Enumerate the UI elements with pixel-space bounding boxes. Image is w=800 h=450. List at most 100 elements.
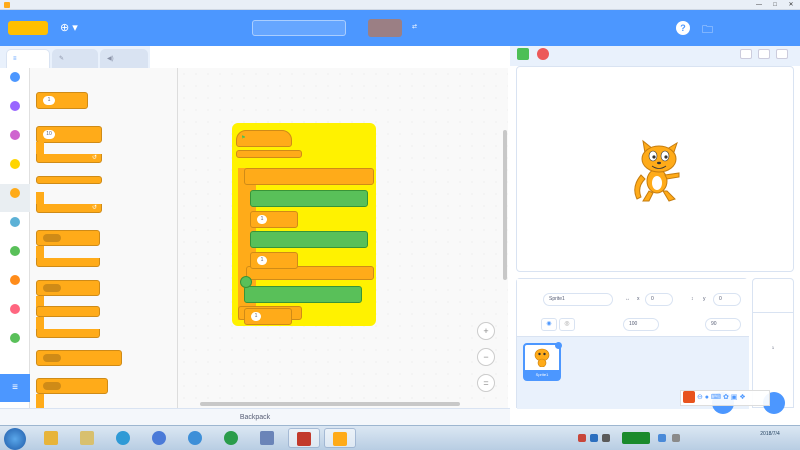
my-stuff-folder-icon[interactable]: 🗀 xyxy=(702,21,713,40)
ime-logo-icon xyxy=(683,391,695,404)
help-icon[interactable]: ? xyxy=(676,21,690,35)
category-my-blocks[interactable] xyxy=(0,300,30,328)
stage-selector[interactable]: 1 xyxy=(752,278,794,408)
taskbar-app-1[interactable] xyxy=(144,428,176,448)
stop-icon[interactable] xyxy=(537,48,549,60)
tray-icon-2[interactable] xyxy=(590,434,598,442)
y-arrows-icon: ↕ xyxy=(691,296,694,302)
sprite-pane: Sprite1 ↔ x 0 ↕ y 0 ◉ ◎ 100 90 Sprite1 xyxy=(516,278,749,409)
taskbar-explorer[interactable] xyxy=(36,428,68,448)
maximize-button[interactable]: □ xyxy=(768,1,782,9)
fullscreen-icon[interactable] xyxy=(776,49,788,59)
taskbar-clock[interactable]: 2018/7/4 xyxy=(744,430,796,438)
large-stage-icon[interactable] xyxy=(758,49,770,59)
backpack-bar[interactable]: Backpack xyxy=(0,408,510,425)
share-button[interactable] xyxy=(368,19,402,37)
sprite-thumbnail-label: Sprite1 xyxy=(525,370,559,379)
scratch-logo[interactable] xyxy=(8,21,48,35)
add-extension-icon[interactable]: ≡ xyxy=(0,374,30,402)
zoom-in-button[interactable]: + xyxy=(477,322,495,340)
script-set-pin-block-1[interactable] xyxy=(250,190,368,207)
palette-wait-block[interactable]: 1 xyxy=(36,92,88,109)
green-flag-icon[interactable] xyxy=(517,48,529,60)
tab-costumes[interactable]: ✎ xyxy=(52,49,98,68)
zoom-out-button[interactable]: − xyxy=(477,348,495,366)
palette-wait-until-block[interactable] xyxy=(36,350,122,366)
network-speed-badge xyxy=(622,432,650,444)
taskbar-scratch[interactable] xyxy=(324,428,356,448)
stage-canvas[interactable] xyxy=(516,66,794,272)
delete-sprite-icon[interactable] xyxy=(555,342,562,349)
minimize-button[interactable]: — xyxy=(752,1,766,9)
script-vertical-scrollbar[interactable] xyxy=(503,130,507,280)
palette-repeat-block[interactable]: 10 xyxy=(36,126,102,143)
y-input[interactable]: 0 xyxy=(713,293,741,306)
tray-icon-5[interactable] xyxy=(672,434,680,442)
palette-forever-block[interactable] xyxy=(36,176,102,184)
script-if-block[interactable] xyxy=(244,168,374,185)
tray-icon-3[interactable] xyxy=(602,434,610,442)
script-set-pin-block-2[interactable] xyxy=(250,231,368,248)
cat-sprite[interactable] xyxy=(627,139,691,205)
category-sound[interactable] xyxy=(0,126,30,154)
script-set-pin-block-3[interactable] xyxy=(244,286,362,303)
small-stage-icon[interactable] xyxy=(740,49,752,59)
start-button[interactable] xyxy=(4,428,26,450)
tab-sounds[interactable]: ◀) xyxy=(100,49,148,68)
script-forever-block[interactable] xyxy=(236,150,302,158)
block-categories: ≡ xyxy=(0,68,30,408)
script-wait-block-3[interactable]: 1 xyxy=(244,308,292,325)
script-wait-block-2[interactable]: 1 xyxy=(250,252,298,269)
ime-toolbar[interactable]: ⊖ ● ⌨ ✿ ▣ ❖ xyxy=(680,390,770,406)
script-hat-block[interactable]: ⚑ xyxy=(236,130,292,147)
taskbar-browser-2[interactable] xyxy=(216,428,248,448)
taskbar-ie[interactable] xyxy=(180,428,212,448)
y-label: y xyxy=(703,296,706,302)
tab-code[interactable]: ≡ xyxy=(6,49,50,68)
palette-repeat-until-block[interactable] xyxy=(36,378,108,394)
see-community-link[interactable]: ⇄ xyxy=(412,23,417,30)
script-wait-block-1[interactable]: 1 xyxy=(250,211,298,228)
category-motion[interactable] xyxy=(0,68,30,96)
stage-header xyxy=(510,46,800,66)
window-titlebar: — □ ✕ xyxy=(0,0,800,10)
script-horizontal-scrollbar[interactable] xyxy=(200,402,460,406)
tray-icon-1[interactable] xyxy=(578,434,586,442)
x-label: x xyxy=(637,296,640,302)
category-control[interactable] xyxy=(0,184,30,212)
project-title-input[interactable] xyxy=(252,20,346,36)
category-looks[interactable] xyxy=(0,97,30,125)
taskbar-browser-1[interactable] xyxy=(108,428,140,448)
zoom-reset-button[interactable]: = xyxy=(477,374,495,392)
sprite-name-input[interactable]: Sprite1 xyxy=(543,293,613,306)
category-nano[interactable] xyxy=(0,329,30,357)
editor-tabs: ≡ ✎ ◀) xyxy=(0,46,150,68)
x-arrows-icon: ↔ xyxy=(625,296,630,302)
app-icon xyxy=(4,2,10,8)
sprite-thumbnail[interactable]: Sprite1 xyxy=(523,342,562,381)
show-visible-eye-icon[interactable]: ◉ xyxy=(541,318,557,331)
size-input[interactable]: 100 xyxy=(623,318,659,331)
close-button[interactable]: ✕ xyxy=(784,1,798,9)
drag-cursor-indicator xyxy=(240,276,252,288)
x-input[interactable]: 0 xyxy=(645,293,673,306)
taskbar-app-2[interactable] xyxy=(252,428,284,448)
block-palette: 1 10 ↺ ↺ xyxy=(30,68,178,408)
cat-thumbnail-icon xyxy=(534,348,550,367)
category-variables[interactable] xyxy=(0,271,30,299)
language-globe-icon[interactable]: ⊕ ▾ xyxy=(60,20,88,36)
direction-input[interactable]: 90 xyxy=(705,318,741,331)
category-events[interactable] xyxy=(0,155,30,183)
taskbar-files[interactable] xyxy=(72,428,104,448)
taskbar-app-3[interactable] xyxy=(288,428,320,448)
backdrops-label: 1 xyxy=(771,345,775,350)
sprite-info: Sprite1 ↔ x 0 ↕ y 0 ◉ ◎ 100 90 xyxy=(517,279,749,337)
palette-if-else-block[interactable] xyxy=(36,280,100,296)
windows-taskbar: 2018/7/4 xyxy=(0,425,800,450)
category-sensing[interactable] xyxy=(0,213,30,241)
category-operators[interactable] xyxy=(0,242,30,270)
hide-eye-icon[interactable]: ◎ xyxy=(559,318,575,331)
palette-if-then-block[interactable] xyxy=(36,230,100,246)
tray-icon-4[interactable] xyxy=(658,434,666,442)
script-area[interactable]: ⚑ 1 1 1 xyxy=(178,68,508,408)
